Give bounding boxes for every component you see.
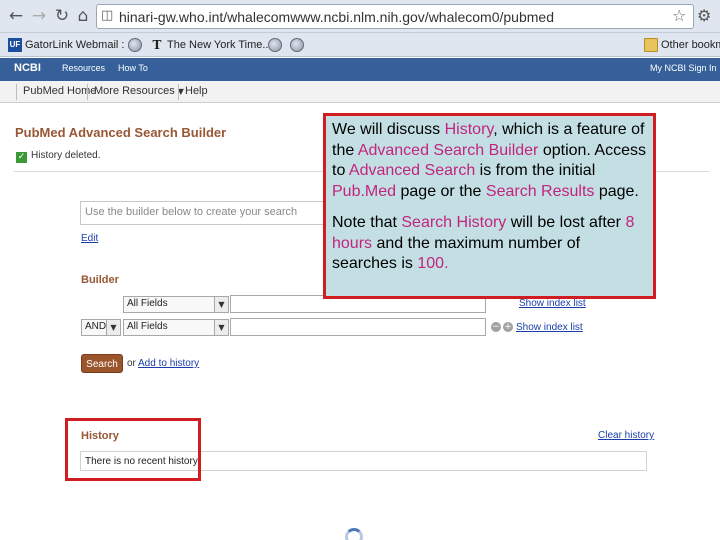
add-to-history-link[interactable]: Add to history: [138, 358, 199, 369]
globe-icon[interactable]: [290, 38, 304, 52]
globe-icon[interactable]: [268, 38, 282, 52]
page-icon: ◫: [101, 8, 114, 23]
menu-divider: [178, 84, 179, 100]
resources-menu[interactable]: Resources: [62, 63, 105, 73]
callout-highlight: Search Results: [485, 182, 595, 200]
operator-select[interactable]: AND ▼: [81, 319, 121, 336]
callout-text: We will discuss: [332, 121, 445, 138]
wrench-icon[interactable]: ⚙: [697, 6, 711, 25]
pubmed-home-link[interactable]: PubMed Home: [23, 85, 96, 97]
remove-row-icon[interactable]: −: [491, 322, 501, 332]
page-title: PubMed Advanced Search Builder: [15, 125, 227, 140]
bookmark-nytimes[interactable]: T The New York Time...: [150, 37, 272, 54]
dropdown-arrow-icon: ▼: [106, 320, 120, 335]
ncbi-logo[interactable]: NCBI: [14, 62, 41, 74]
menu-divider: [16, 84, 17, 100]
history-highlight-box: [65, 418, 201, 481]
bookmark-other[interactable]: Other bookm: [644, 37, 720, 54]
forward-icon[interactable]: →: [29, 6, 49, 26]
menu-divider: [87, 84, 88, 100]
check-icon: ✓: [16, 152, 27, 163]
back-icon[interactable]: ←: [6, 6, 26, 26]
dropdown-arrow-icon: ▼: [214, 320, 228, 335]
show-index-list-link[interactable]: Show index list: [519, 298, 586, 309]
callout-text: will be lost after: [506, 214, 626, 231]
reload-icon[interactable]: ↻: [52, 6, 72, 26]
callout-paragraph-2: Note that Search History will be lost af…: [332, 213, 647, 275]
ncbi-header: NCBI Resources How To My NCBI Sign In: [0, 58, 720, 81]
nyt-icon: T: [152, 38, 162, 52]
how-to-menu[interactable]: How To: [118, 63, 148, 73]
field-select[interactable]: All Fields ▼: [123, 296, 229, 313]
clear-history-link[interactable]: Clear history: [598, 430, 654, 441]
operator-select-value: AND: [85, 321, 107, 332]
uf-icon: UF: [8, 38, 22, 52]
callout-highlight: Search History: [401, 214, 507, 231]
home-icon[interactable]: ⌂: [73, 6, 93, 26]
more-resources-menu[interactable]: More Resources ▼: [94, 85, 184, 97]
callout-highlight: Pub.Med: [332, 182, 397, 200]
callout-highlight: History: [444, 121, 494, 138]
address-bar[interactable]: ◫ hinari-gw.who.int/whalecomwww.ncbi.nlm…: [96, 4, 694, 29]
status-text: History deleted.: [31, 150, 101, 161]
bookmark-star-icon[interactable]: ☆: [672, 6, 686, 25]
folder-icon: [644, 38, 658, 52]
field-select[interactable]: All Fields ▼: [123, 319, 229, 336]
callout-text: Note that: [332, 214, 402, 231]
callout-highlight: Advanced Search Builder: [357, 141, 539, 159]
bookmarks-bar: UF GatorLink Webmail : ... T The New York …: [0, 33, 720, 57]
field-select-value: All Fields: [127, 321, 168, 332]
help-link[interactable]: Help: [185, 85, 208, 97]
more-resources-label: More Resources: [94, 85, 175, 97]
callout-text: page.: [594, 182, 639, 200]
globe-icon[interactable]: [128, 38, 142, 52]
field-select-value: All Fields: [127, 298, 168, 309]
term-input[interactable]: [230, 318, 486, 336]
callout-paragraph-1: We will discuss History, which is a feat…: [332, 120, 647, 202]
add-row-icon[interactable]: +: [503, 322, 513, 332]
url-text: hinari-gw.who.int/whalecomwww.ncbi.nlm.n…: [119, 9, 554, 25]
callout-text: is from the initial: [475, 162, 596, 179]
search-button[interactable]: Search: [81, 354, 123, 373]
browser-toolbar: ← → ↻ ⌂ ◫ hinari-gw.who.int/whalecomwww.…: [0, 0, 720, 33]
annotation-callout: We will discuss History, which is a feat…: [323, 113, 656, 299]
search-query-box[interactable]: Use the builder below to create your sea…: [80, 201, 328, 225]
status-message: ✓ History deleted.: [16, 150, 100, 163]
bookmark-gatorlink[interactable]: UF GatorLink Webmail : ...: [8, 37, 137, 54]
show-index-list-link[interactable]: Show index list: [516, 322, 583, 333]
builder-heading: Builder: [81, 274, 119, 286]
signin-link[interactable]: My NCBI Sign In: [650, 63, 717, 73]
or-text: or: [127, 358, 136, 369]
edit-link[interactable]: Edit: [81, 233, 98, 244]
loading-spinner-icon: [345, 528, 363, 540]
callout-highlight: 100.: [417, 255, 449, 272]
callout-text: page or the: [396, 182, 486, 200]
pubmed-menu: PubMed Home More Resources ▼ Help: [0, 81, 720, 103]
dropdown-arrow-icon: ▼: [214, 297, 228, 312]
callout-highlight: Advanced Search: [348, 162, 476, 179]
